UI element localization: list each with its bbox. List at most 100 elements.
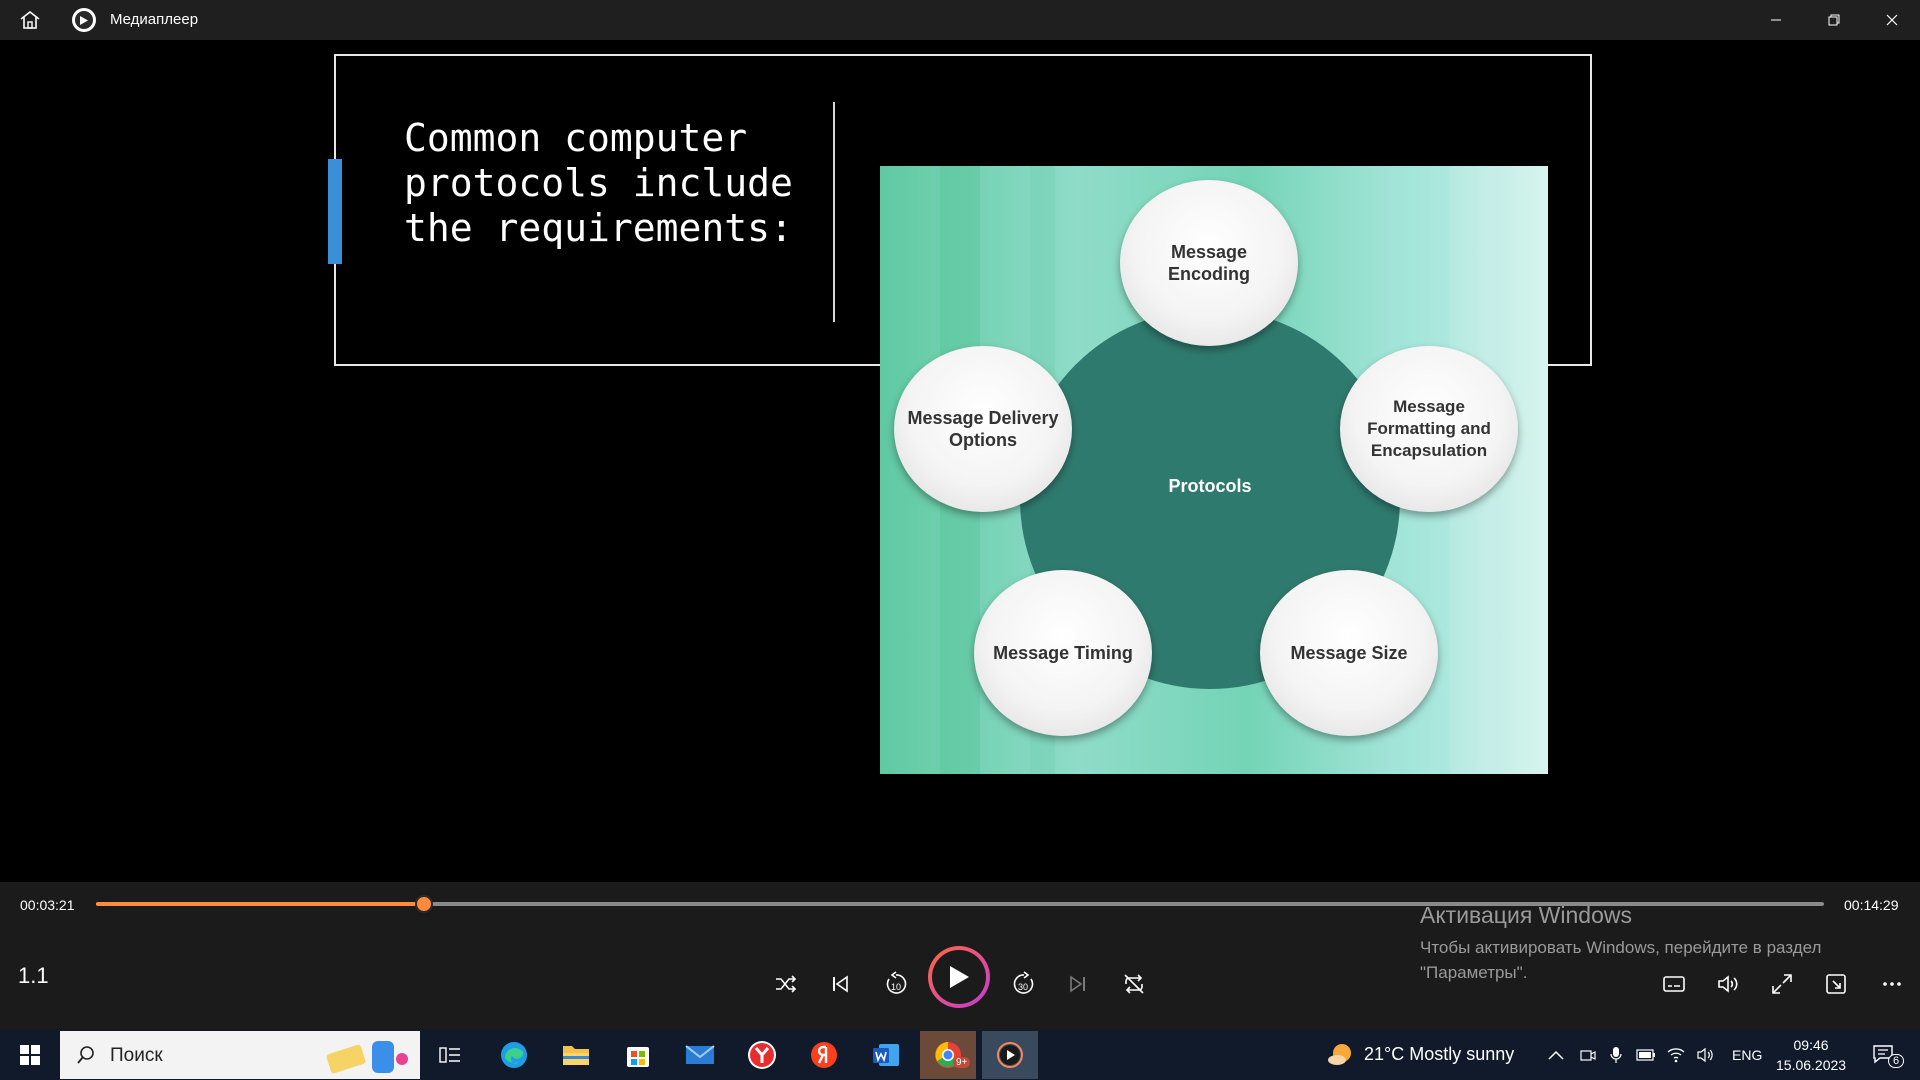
tray-wifi-button[interactable] — [1666, 1045, 1686, 1065]
word-icon — [873, 1044, 899, 1066]
chapter-label: 1.1 — [18, 963, 49, 988]
tray-camera-button[interactable] — [1578, 1045, 1598, 1065]
play-icon — [950, 966, 969, 988]
windows-activation-text: Чтобы активировать Windows, перейдите в … — [1420, 938, 1822, 982]
seek-bar-thumb[interactable] — [415, 895, 434, 913]
clock-date: 15.06.2023 — [1776, 1057, 1847, 1073]
subtitles-button[interactable] — [1654, 964, 1694, 1004]
shuffle-icon — [776, 975, 797, 993]
search-icon — [77, 1046, 94, 1064]
system-clock[interactable]: 09:46 15.06.2023 — [1776, 1035, 1846, 1075]
show-hidden-icons-button[interactable] — [1546, 1045, 1566, 1065]
wifi-icon — [1667, 1048, 1685, 1063]
taskbar-yandex[interactable] — [796, 1031, 852, 1079]
taskbar-chrome[interactable]: 9+ — [920, 1031, 976, 1079]
close-icon — [1886, 14, 1898, 26]
protocols-diagram: Protocols Message Encoding Message Forma… — [880, 166, 1548, 774]
start-button[interactable] — [10, 1035, 50, 1075]
shuffle-button[interactable] — [766, 964, 806, 1004]
previous-button[interactable] — [820, 964, 860, 1004]
clock-time: 09:46 — [1793, 1037, 1829, 1053]
window-title: Медиаплеер — [110, 11, 199, 28]
seek-bar-fill — [96, 902, 425, 906]
mail-icon — [685, 1045, 715, 1064]
taskbar-file-explorer[interactable] — [548, 1031, 604, 1079]
notification-count: 6 — [1888, 1054, 1905, 1068]
task-view-icon — [439, 1047, 460, 1063]
play-button[interactable] — [928, 946, 990, 1008]
store-icon — [627, 1047, 649, 1067]
restore-button[interactable] — [1806, 0, 1862, 40]
video-surface[interactable]: Common computer protocols include the re… — [0, 40, 1920, 882]
input-language[interactable]: ENG — [1732, 1047, 1762, 1063]
mini-player-button[interactable] — [1816, 964, 1856, 1004]
weather-sunny-icon — [1328, 1044, 1351, 1065]
chevron-up-icon — [1548, 1050, 1564, 1060]
notification-center-button[interactable]: 6 — [1868, 1038, 1908, 1072]
taskbar-word[interactable] — [858, 1031, 914, 1079]
node-message-delivery-options: Message Delivery Options — [894, 346, 1072, 512]
taskbar-search[interactable]: Поиск — [60, 1031, 420, 1079]
media-player-icon — [997, 1042, 1023, 1068]
yandex-browser-icon — [748, 1041, 776, 1069]
slide-divider — [833, 102, 835, 322]
volume-icon — [1718, 975, 1738, 993]
next-button[interactable] — [1058, 964, 1098, 1004]
home-button[interactable] — [14, 6, 46, 34]
home-icon — [20, 10, 40, 29]
task-view-button[interactable] — [422, 1031, 478, 1079]
search-highlight-illustration — [325, 1035, 414, 1075]
more-options-button[interactable] — [1872, 964, 1912, 1004]
skip-back-label: 10 — [891, 982, 901, 992]
slide-title: Common computer protocols include the re… — [404, 116, 793, 250]
edge-icon — [501, 1042, 527, 1068]
taskbar-media-player[interactable] — [982, 1031, 1038, 1079]
taskbar-edge[interactable] — [486, 1031, 542, 1079]
taskbar-mail[interactable] — [672, 1031, 728, 1079]
repeat-off-icon — [1124, 974, 1144, 994]
weather-widget[interactable] — [1326, 1040, 1356, 1070]
node-message-formatting: Message Formatting and Encapsulation — [1340, 346, 1518, 512]
folder-icon — [563, 1046, 589, 1065]
tray-volume-button[interactable] — [1696, 1045, 1716, 1065]
microphone-icon — [1610, 1047, 1622, 1063]
tray-battery-button[interactable] — [1636, 1045, 1656, 1065]
camera-icon — [1580, 1050, 1596, 1061]
taskbar-yandex-browser[interactable] — [734, 1031, 790, 1079]
battery-icon — [1636, 1049, 1655, 1061]
media-player-app-icon — [72, 8, 96, 32]
taskbar-microsoft-store[interactable] — [610, 1031, 666, 1079]
title-bar: Медиаплеер — [0, 0, 1920, 40]
previous-icon — [833, 975, 848, 993]
player-controls: 00:03:21 00:14:29 1.1 10 30 Активация Wi… — [0, 882, 1920, 1030]
fullscreen-icon — [1772, 974, 1792, 994]
close-button[interactable] — [1864, 0, 1920, 40]
speaker-icon — [1697, 1047, 1713, 1063]
skip-forward-button[interactable]: 30 — [1004, 964, 1044, 1004]
windows-taskbar: Поиск 9+ 21°C Mostly sunny ENG 09:46 15.… — [0, 1030, 1920, 1080]
subtitles-icon — [1663, 976, 1685, 992]
volume-button[interactable] — [1708, 964, 1748, 1004]
weather-text: 21°C Mostly sunny — [1364, 1044, 1515, 1064]
more-icon — [1883, 982, 1901, 986]
node-message-encoding: Message Encoding — [1120, 180, 1298, 346]
skip-forward-icon: 30 — [1013, 971, 1034, 994]
node-message-timing: Message Timing — [974, 570, 1152, 736]
skip-back-button[interactable]: 10 — [876, 964, 916, 1004]
total-duration: 00:14:29 — [1844, 897, 1899, 913]
node-message-size: Message Size — [1260, 570, 1438, 736]
elapsed-time: 00:03:21 — [20, 897, 75, 913]
tray-microphone-button[interactable] — [1606, 1045, 1626, 1065]
minimize-icon — [1771, 19, 1781, 21]
slide-accent-bar — [328, 159, 342, 264]
fullscreen-button[interactable] — [1762, 964, 1802, 1004]
search-placeholder: Поиск — [110, 1045, 163, 1066]
protocols-label: Protocols — [1168, 476, 1252, 496]
yandex-icon — [811, 1042, 837, 1068]
repeat-button[interactable] — [1114, 964, 1154, 1004]
minimize-button[interactable] — [1748, 0, 1804, 40]
windows-activation-title: Активация Windows — [1420, 902, 1632, 928]
mini-player-icon — [1826, 974, 1846, 994]
skip-forward-label: 30 — [1018, 982, 1028, 992]
chrome-badge: 9+ — [953, 1057, 971, 1068]
